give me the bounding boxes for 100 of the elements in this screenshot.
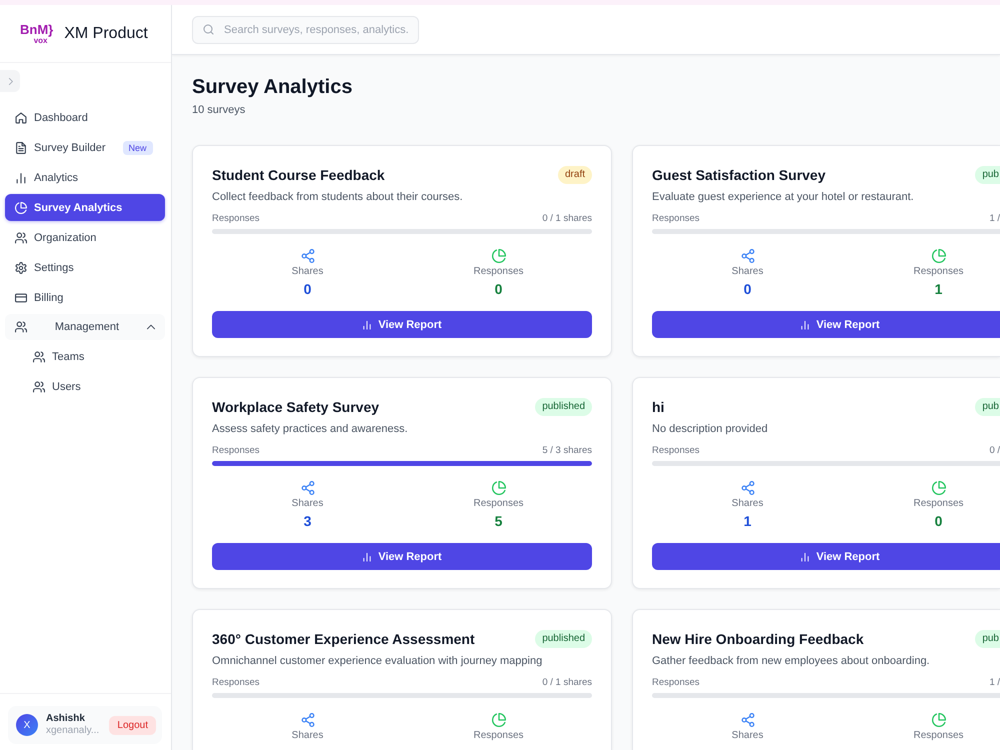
stat-value: 5 (494, 512, 502, 530)
home-icon (15, 112, 27, 124)
share-icon (740, 249, 754, 263)
status-badge: pub (975, 630, 1000, 648)
stat-value: 0 (744, 280, 752, 298)
stat-value: 3 (304, 512, 312, 530)
pie-chart-icon (492, 481, 506, 495)
stat-label: Shares (732, 265, 764, 278)
brand-name: XM Product (64, 24, 148, 44)
bar-chart-icon (800, 552, 810, 562)
view-report-button[interactable]: View Report (652, 311, 1000, 338)
progress-label: Responses (652, 213, 700, 225)
stat-value: 0 (304, 280, 312, 298)
stat-value: 1 (744, 512, 752, 530)
pie-chart-icon (492, 249, 506, 263)
card-title: hi (652, 398, 664, 417)
view-report-button[interactable]: View Report (212, 311, 592, 338)
status-badge: draft (558, 166, 592, 184)
pie-chart-icon (932, 713, 946, 727)
stat-value: 0 (494, 280, 502, 298)
status-badge: pub (975, 398, 1000, 416)
page-title: Survey Analytics (192, 75, 354, 99)
progress-label: Responses (652, 677, 700, 689)
stat-label: Shares (292, 265, 324, 278)
users-icon (33, 350, 45, 362)
share-icon (300, 481, 314, 495)
gear-icon (15, 262, 27, 274)
stat-label: Shares (732, 729, 764, 742)
new-badge: New (122, 140, 153, 154)
nav-item[interactable]: Analytics (5, 164, 165, 191)
pie-chart-icon (932, 481, 946, 495)
document-icon (15, 142, 27, 154)
stat-value: 0 (934, 512, 942, 530)
nav-item[interactable]: Organization (5, 224, 165, 251)
card-title: Student Course Feedback (212, 166, 385, 185)
nav-item[interactable]: Management (5, 314, 165, 340)
share-icon (740, 481, 754, 495)
stat-label: Responses (473, 265, 524, 278)
pie-chart-icon (932, 249, 946, 263)
card-description: Gather feedback from new employees about onboarding. (652, 654, 931, 668)
logout-button[interactable]: Logout (109, 716, 156, 734)
progress-label: Responses (212, 677, 260, 689)
page-subtitle: 10 surveys (192, 103, 246, 118)
bar-chart-icon (800, 320, 810, 330)
card-title: 360° Customer Experience Assessment (212, 630, 475, 649)
bar-chart-icon (362, 552, 372, 562)
card-description: Assess safety practices and awareness. (212, 422, 409, 436)
avatar: X (16, 714, 38, 736)
card-description: Evaluate guest experience at your hotel or restaurant. (652, 190, 915, 204)
view-report-button[interactable]: View Report (652, 543, 1000, 570)
nav-item[interactable]: Survey Builder New (5, 134, 165, 161)
progress-label: Responses (652, 445, 700, 457)
search-field[interactable]: Search surveys, responses, analytics. (192, 16, 419, 44)
card-description: Omnichannel customer experience evaluation with journey mapping (212, 654, 544, 668)
stat-label: Shares (292, 729, 324, 742)
chevron-right-icon (6, 78, 14, 84)
progress-label: Responses (212, 445, 260, 457)
user-email: xgenanaly... (46, 725, 100, 737)
card-title: Workplace Safety Survey (212, 398, 380, 417)
stat-label: Shares (732, 497, 764, 510)
nav-item[interactable]: Survey Analytics (5, 194, 165, 221)
progress-count: 0 / 1 shares (542, 213, 592, 225)
stat-value: 1 (934, 280, 942, 298)
share-icon (300, 249, 314, 263)
progress-count: 5 / 3 shares (542, 445, 592, 457)
nav-item[interactable]: Dashboard (5, 104, 165, 131)
credit-card-icon (15, 292, 27, 304)
nav-item[interactable]: Users (23, 373, 165, 400)
share-icon (740, 713, 754, 727)
stat-label: Responses (473, 497, 524, 510)
bar-chart-icon (362, 320, 372, 330)
users-icon (15, 321, 27, 333)
stat-label: Responses (473, 729, 524, 742)
logo-mark: BnM} (20, 22, 54, 36)
pie-chart-icon (492, 713, 506, 727)
view-report-button[interactable]: View Report (212, 543, 592, 570)
users-icon (33, 380, 45, 392)
status-badge: pub (975, 166, 1000, 184)
nav-item[interactable]: Billing (5, 284, 165, 311)
progress-count: 1 / (989, 213, 1000, 225)
progress-label: Responses (212, 213, 260, 225)
logo-subtext: vox (34, 36, 48, 44)
user-name: Ashishk (46, 713, 86, 725)
card-title: New Hire Onboarding Feedback (652, 630, 864, 649)
search-icon (203, 24, 214, 35)
collapse-button[interactable] (0, 70, 20, 92)
progress-count: 1 / (989, 677, 1000, 689)
card-description: No description provided (652, 422, 769, 436)
bar-chart-icon (15, 172, 27, 184)
status-badge: published (535, 398, 592, 416)
share-icon (300, 713, 314, 727)
stat-label: Shares (292, 497, 324, 510)
card-title: Guest Satisfaction Survey (652, 166, 826, 185)
card-description: Collect feedback from students about their courses. (212, 190, 464, 204)
nav-item[interactable]: Settings (5, 254, 165, 281)
stat-label: Responses (913, 729, 964, 742)
progress-count: 0 / (989, 445, 1000, 457)
pie-chart-icon (15, 202, 27, 214)
stat-label: Responses (913, 497, 964, 510)
nav-item[interactable]: Teams (23, 343, 165, 370)
